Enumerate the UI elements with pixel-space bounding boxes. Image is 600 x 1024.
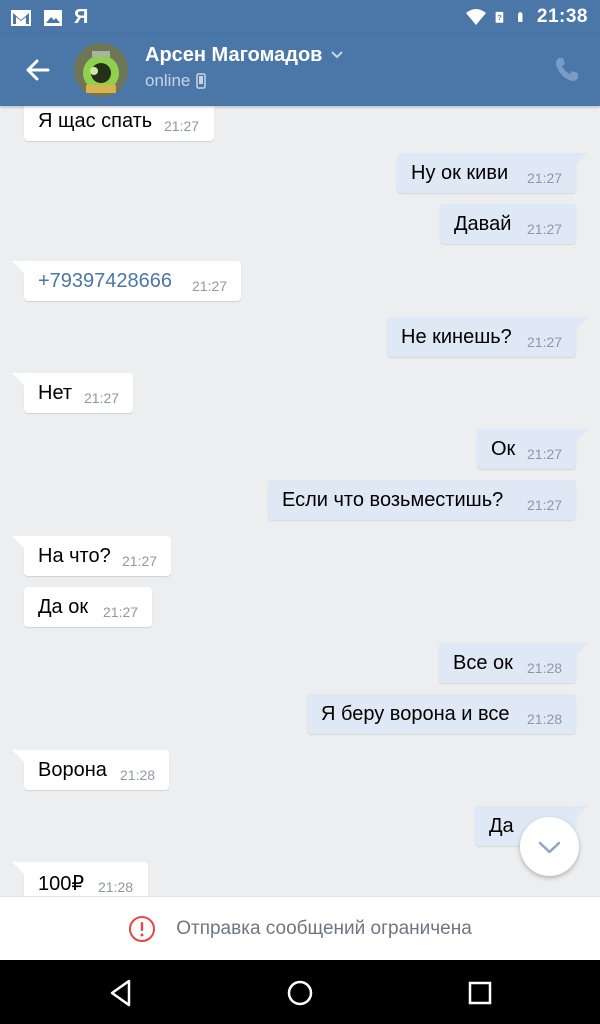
message-bubble[interactable]: Ок 21:27 [477,429,588,469]
message-bubble[interactable]: Ворона 21:28 [12,750,169,790]
message-time: 21:27 [103,604,139,620]
message-text: Не кинешь? [401,326,512,348]
recents-square-icon[interactable] [463,976,497,1010]
message-bubble[interactable]: Я беру ворона и все 21:28 [307,694,576,734]
message-list[interactable]: Я щас спать 21:27 Ну ок киви 21:27 Давай… [0,106,600,896]
status-text: online [145,71,191,90]
status-bar: Я ? 21:38 [0,0,600,34]
svg-text:?: ? [497,13,502,22]
phone-icon[interactable] [552,54,582,84]
message-text: Ок [491,438,516,460]
message-text: Ну ок киви [411,162,509,184]
message-bubble[interactable]: На что? 21:27 [12,536,171,576]
message-bubble[interactable]: Если что возьместишь? 21:27 [268,480,576,520]
message-time: 21:27 [527,221,563,237]
message-text: Да [489,815,514,837]
message-bubble[interactable]: Все ок 21:28 [439,643,588,683]
message-text: Нет [38,382,73,404]
navigation-bar [0,960,600,1024]
message-time: 21:27 [84,390,120,406]
chevron-down-icon[interactable] [330,50,344,60]
message-text: Я щас спать [38,110,153,132]
gmail-icon [11,9,31,26]
message-text: Да ок [38,596,89,618]
message-text: Если что возьместишь? [282,489,504,511]
message-bubble[interactable]: Давай 21:27 [440,204,576,244]
alert-circle-icon [129,915,156,942]
avatar[interactable] [74,43,128,97]
notice-text: Отправка сообщений ограничена [176,917,472,939]
chevron-down-icon [538,841,561,854]
message-text: На что? [38,545,111,567]
back-triangle-icon[interactable] [104,976,138,1010]
mobile-icon [196,73,207,89]
message-time: 21:28 [527,660,563,676]
message-time: 21:27 [192,278,228,294]
signal-icon: ? [495,11,504,23]
message-time: 21:27 [164,118,200,134]
wifi-icon [465,9,486,25]
message-text: Все ок [453,652,513,674]
contact-name[interactable]: Арсен Магомадов [145,44,322,67]
message-time: 21:27 [122,553,158,569]
message-bubble[interactable]: Не кинешь? 21:27 [387,317,588,357]
message-text: Ворона [38,759,107,781]
phone-link[interactable]: +79397428666 [38,270,172,293]
scroll-to-bottom-button[interactable] [520,817,579,876]
message-time: 21:27 [527,497,563,513]
home-circle-icon[interactable] [283,976,317,1010]
message-bubble[interactable]: Я щас спать 21:27 [24,106,214,141]
contact-status: online [145,71,207,91]
clock: 21:38 [536,6,588,27]
message-text: Давай [454,213,512,235]
message-bubble[interactable]: Ну ок киви 21:27 [397,153,588,193]
yandex-icon: Я [74,6,89,28]
message-text: Я беру ворона и все [321,703,510,725]
message-time: 21:28 [527,711,563,727]
battery-icon [517,12,523,22]
chat-header: Арсен Магомадов online [0,34,600,106]
message-time: 21:27 [527,446,563,462]
message-time: 21:28 [120,767,156,783]
message-bubble[interactable]: 100₽ 21:28 [12,862,148,896]
message-bubble[interactable]: Нет 21:27 [12,373,133,413]
message-bubble[interactable]: Да ок 21:27 [24,587,152,627]
messaging-restricted-notice: Отправка сообщений ограничена [0,896,600,960]
message-bubble[interactable]: +79397428666 21:27 [12,261,241,301]
image-icon [44,9,62,26]
message-time: 21:28 [98,879,134,895]
back-arrow-icon[interactable] [18,50,58,90]
message-time: 21:27 [527,334,563,350]
message-time: 21:27 [527,170,563,186]
message-text: 100₽ [38,873,85,895]
